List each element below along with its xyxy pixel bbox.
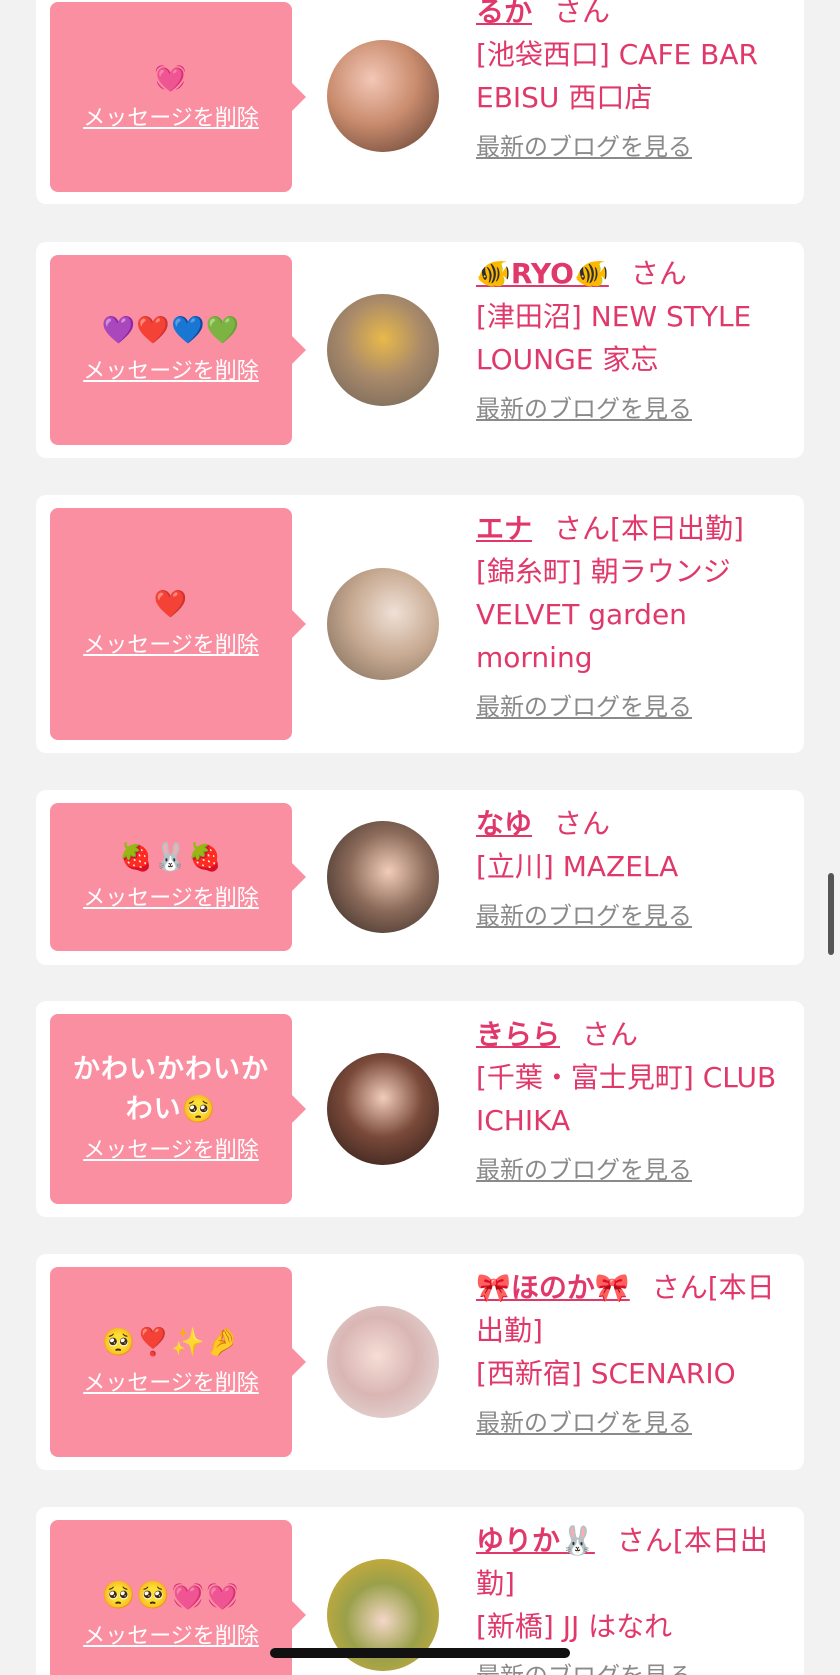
honorific: さん: [554, 807, 611, 840]
list-item: 💜❤️💙💚 メッセージを削除 🐠RYO🐠 さん [津田沼] NEW STYLE L…: [36, 242, 804, 458]
latest-blog-link[interactable]: 最新のブログを見る: [476, 1658, 692, 1675]
store-name: [千葉・富士見町] CLUB ICHIKA: [476, 1061, 777, 1137]
latest-blog-link[interactable]: 最新のブログを見る: [476, 391, 692, 427]
avatar[interactable]: [327, 40, 439, 152]
store-name: [津田沼] NEW STYLE LOUNGE 家忘: [476, 300, 752, 376]
latest-blog-link[interactable]: 最新のブログを見る: [476, 129, 692, 165]
list-item: かわいかわいかわい🥺 メッセージを削除 きらら さん [千葉・富士見町] CLUB…: [36, 1001, 804, 1217]
profile-name-link[interactable]: 🎀ほのか🎀: [476, 1271, 630, 1304]
avatar[interactable]: [327, 1053, 439, 1165]
latest-blog-link[interactable]: 最新のブログを見る: [476, 898, 692, 934]
honorific: さん: [554, 512, 611, 545]
message-text: 🥺❣️✨🤌: [101, 1327, 241, 1358]
message-text: 💜❤️💙💚: [101, 315, 241, 346]
store-name: [西新宿] SCENARIO: [476, 1357, 736, 1390]
message-text: 💓: [153, 62, 189, 93]
profile-name-link[interactable]: きらら: [476, 1018, 560, 1051]
delete-message-link[interactable]: メッセージを削除: [83, 1134, 259, 1168]
profile-info: なゆ さん [立川] MAZELA 最新のブログを見る: [476, 802, 786, 936]
message-bubble: 💓 メッセージを削除: [50, 2, 306, 192]
home-indicator[interactable]: [270, 1648, 570, 1658]
profile-name-link[interactable]: るか: [476, 0, 532, 28]
message-bubble: 💜❤️💙💚 メッセージを削除: [50, 255, 306, 445]
delete-message-link[interactable]: メッセージを削除: [83, 1367, 259, 1401]
message-bubble: 🥺🥺💓💓 メッセージを削除: [50, 1520, 306, 1675]
delete-message-link[interactable]: メッセージを削除: [83, 355, 259, 389]
status-badge: [本日出勤]: [610, 512, 744, 545]
delete-message-link[interactable]: メッセージを削除: [83, 629, 259, 663]
profile-name-link[interactable]: なゆ: [476, 807, 532, 840]
delete-message-link[interactable]: メッセージを削除: [83, 882, 259, 916]
honorific: さん: [582, 1018, 639, 1051]
scrollbar[interactable]: [828, 873, 834, 955]
profile-info: 🎀ほのか🎀 さん[本日出勤] [西新宿] SCENARIO 最新のブログを見る: [476, 1266, 786, 1443]
profile-name-link[interactable]: ゆりか🐰: [476, 1524, 595, 1557]
honorific: さん: [630, 257, 687, 290]
avatar[interactable]: [327, 1306, 439, 1418]
store-name: [立川] MAZELA: [476, 850, 679, 883]
message-text: 🍓🐰🍓: [119, 842, 223, 873]
delete-message-link[interactable]: メッセージを削除: [83, 102, 259, 136]
avatar[interactable]: [327, 568, 439, 680]
profile-info: きらら さん [千葉・富士見町] CLUB ICHIKA 最新のブログを見る: [476, 1013, 786, 1190]
latest-blog-link[interactable]: 最新のブログを見る: [476, 689, 692, 725]
message-bubble: かわいかわいかわい🥺 メッセージを削除: [50, 1014, 306, 1204]
profile-info: るか さん [池袋西口] CAFE BAR EBISU 西口店 最新のブログを見る: [476, 0, 786, 167]
avatar[interactable]: [327, 821, 439, 933]
profile-info: 🐠RYO🐠 さん [津田沼] NEW STYLE LOUNGE 家忘 最新のブログ…: [476, 252, 786, 429]
message-text: かわいかわいかわい🥺: [73, 1054, 269, 1125]
store-name: [錦糸町] 朝ラウンジ VELVET garden morning: [476, 555, 731, 674]
store-name: [池袋西口] CAFE BAR EBISU 西口店: [476, 38, 758, 114]
honorific: さん: [616, 1524, 673, 1557]
profile-info: エナ さん[本日出勤] [錦糸町] 朝ラウンジ VELVET garden mor…: [476, 507, 786, 727]
message-bubble: ❤️ メッセージを削除: [50, 508, 306, 740]
profile-name-link[interactable]: エナ: [476, 512, 532, 545]
latest-blog-link[interactable]: 最新のブログを見る: [476, 1152, 692, 1188]
store-name: [新橋] JJ はなれ: [476, 1610, 673, 1643]
delete-message-link[interactable]: メッセージを削除: [83, 1620, 259, 1654]
list-item: 🍓🐰🍓 メッセージを削除 なゆ さん [立川] MAZELA 最新のブログを見る: [36, 790, 804, 965]
list-item: 💓 メッセージを削除 るか さん [池袋西口] CAFE BAR EBISU 西口…: [36, 0, 804, 204]
list-item: 🥺❣️✨🤌 メッセージを削除 🎀ほのか🎀 さん[本日出勤] [西新宿] SCENA…: [36, 1254, 804, 1470]
honorific: さん: [554, 0, 611, 28]
avatar[interactable]: [327, 294, 439, 406]
honorific: さん: [651, 1271, 708, 1304]
list-item: ❤️ メッセージを削除 エナ さん[本日出勤] [錦糸町] 朝ラウンジ VELVE…: [36, 495, 804, 753]
profile-name-link[interactable]: 🐠RYO🐠: [476, 257, 609, 290]
message-bubble: 🥺❣️✨🤌 メッセージを削除: [50, 1267, 306, 1457]
latest-blog-link[interactable]: 最新のブログを見る: [476, 1405, 692, 1441]
message-bubble: 🍓🐰🍓 メッセージを削除: [50, 803, 306, 951]
message-text: 🥺🥺💓💓: [101, 1580, 241, 1611]
message-text: ❤️: [153, 589, 189, 620]
